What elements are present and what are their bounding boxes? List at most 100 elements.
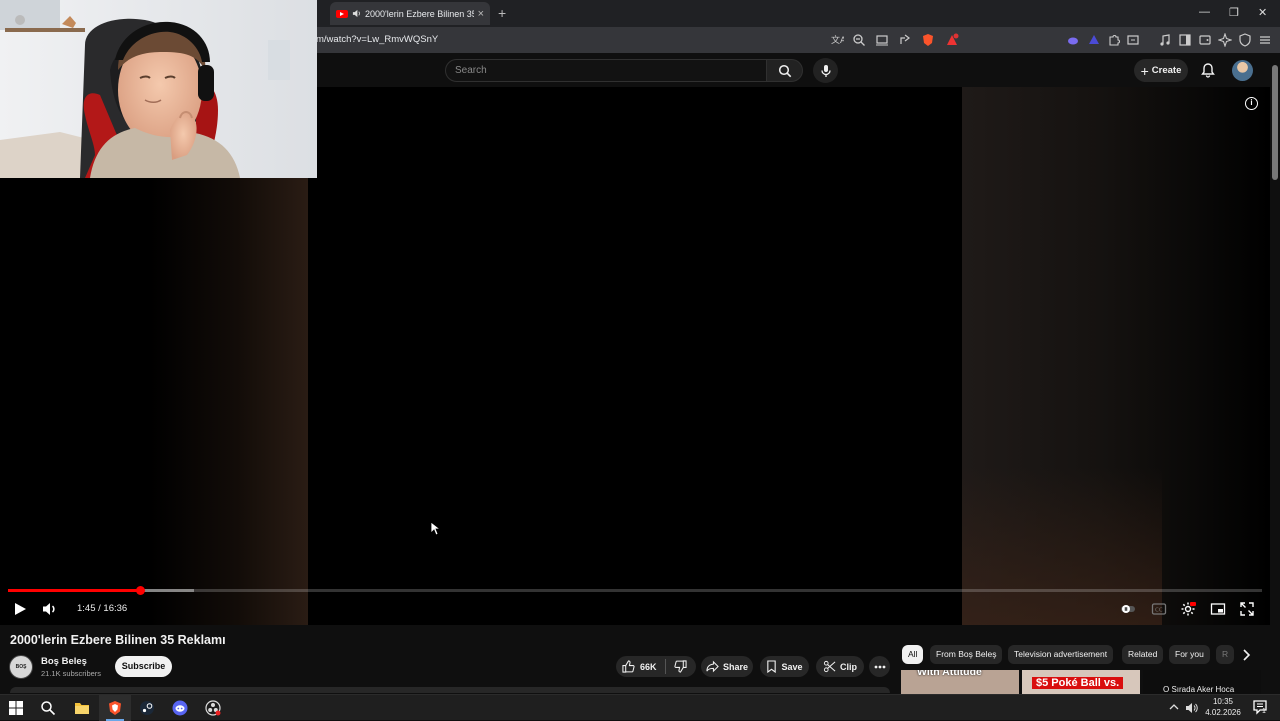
save-button[interactable]: Save [760, 656, 809, 677]
extensions-puzzle-icon[interactable] [1107, 33, 1121, 47]
extension-box-icon[interactable] [1126, 33, 1140, 47]
windows-start-icon[interactable] [8, 700, 24, 716]
chip-for-you[interactable]: For you [1169, 645, 1210, 664]
dislike-button[interactable] [666, 660, 687, 673]
sidebar-toggle-icon[interactable] [1178, 33, 1192, 47]
progress-bar[interactable] [8, 586, 1262, 595]
settings-gear-icon[interactable] [1180, 601, 1196, 617]
mouse-cursor-icon [430, 521, 440, 536]
autoplay-toggle-icon[interactable] [1120, 601, 1136, 617]
video-title: 2000'lerin Ezbere Bilinen 35 Reklamı [10, 633, 226, 647]
obs-recording-icon[interactable] [205, 700, 221, 716]
search-input[interactable]: Search [445, 59, 767, 82]
search-button[interactable] [766, 59, 803, 82]
discord-icon[interactable] [172, 700, 188, 716]
tray-volume-icon[interactable] [1185, 701, 1199, 715]
browser-tab-active[interactable]: 2000'lerin Ezbere Bilinen 35 R × [330, 2, 490, 25]
extension-cloud-icon[interactable] [1066, 33, 1080, 47]
chip-from-channel[interactable]: From Boş Beleş [930, 645, 1003, 664]
create-label: Create [1151, 65, 1182, 76]
like-button[interactable]: 66K [622, 659, 666, 674]
channel-name[interactable]: Boş Beleş [41, 656, 87, 667]
page-scrollbar[interactable] [1270, 53, 1280, 695]
more-horizontal-icon [874, 665, 885, 668]
audio-playing-icon[interactable] [352, 9, 361, 18]
more-actions-button[interactable] [869, 656, 890, 677]
clip-button[interactable]: Clip [816, 656, 864, 677]
svg-text:CC: CC [1155, 608, 1163, 614]
cast-icon[interactable] [875, 33, 889, 47]
chip-related[interactable]: Related [1122, 645, 1164, 664]
play-icon[interactable] [12, 601, 28, 617]
window-minimize-button[interactable]: — [1199, 6, 1210, 18]
thumbnail-2-text: $5 Poké Ball vs. [1032, 677, 1124, 689]
svg-text:文A: 文A [831, 34, 844, 46]
window-close-button[interactable]: ✕ [1258, 6, 1267, 19]
volume-icon[interactable] [42, 601, 58, 617]
search-icon [778, 64, 792, 78]
progress-played [8, 589, 141, 592]
notification-count: 1 [1262, 708, 1266, 715]
media-music-icon[interactable] [1158, 33, 1172, 47]
share-button[interactable]: Share [701, 656, 753, 677]
chip-all[interactable]: All [902, 645, 924, 664]
voice-search-button[interactable] [813, 58, 838, 83]
steam-icon[interactable] [139, 700, 155, 716]
channel-subscriber-count: 21.1K subscribers [41, 669, 102, 678]
chevron-right-icon[interactable] [1238, 647, 1254, 663]
progress-scrubber-handle[interactable] [135, 586, 145, 595]
zoom-icon[interactable] [852, 33, 866, 47]
subtitles-icon[interactable]: CC [1151, 601, 1167, 617]
fullscreen-icon[interactable] [1239, 601, 1255, 617]
thumbnail-3-text: O Sırada Aker Hoca [1163, 685, 1235, 694]
subscribe-button[interactable]: Subscribe [115, 656, 172, 677]
chip-truncated[interactable]: R [1216, 645, 1234, 664]
taskbar-clock[interactable]: 10:35 4.02.2026 [1200, 696, 1246, 718]
recommended-thumbnail-1[interactable]: With Attitude [901, 670, 1019, 694]
bookmark-icon [767, 660, 777, 673]
like-dislike-group: 66K [616, 656, 696, 677]
thumbs-up-icon [622, 660, 635, 673]
leo-ai-icon[interactable] [1218, 33, 1232, 47]
recommended-thumbnail-3[interactable]: O Sırada Aker Hoca [1143, 670, 1261, 694]
tray-chevron-up-icon[interactable] [1168, 701, 1180, 713]
plus-icon: + [1140, 62, 1149, 79]
brave-rewards-icon[interactable] [945, 33, 959, 47]
new-tab-button[interactable]: + [498, 5, 506, 21]
microphone-icon [820, 64, 831, 77]
thumbs-down-icon [673, 660, 687, 673]
info-icon[interactable]: i [1245, 97, 1258, 110]
brave-shield-icon[interactable] [921, 33, 935, 47]
description-box[interactable] [10, 687, 890, 693]
taskbar-brave-active[interactable] [99, 695, 131, 721]
file-explorer-icon[interactable] [74, 700, 90, 716]
vpn-shield-icon[interactable] [1238, 33, 1252, 47]
browser-menu-icon[interactable] [1258, 33, 1272, 47]
notifications-bell-icon[interactable] [1200, 62, 1216, 78]
account-avatar[interactable] [1232, 60, 1253, 81]
youtube-favicon-icon [336, 9, 348, 18]
time-display: 1:45 / 16:36 [77, 603, 128, 614]
clock-time: 10:35 [1212, 697, 1234, 706]
share-label: Share [722, 661, 748, 672]
scissors-icon [823, 660, 836, 673]
window-restore-button[interactable]: ❐ [1229, 6, 1239, 19]
recommended-thumbnail-2[interactable]: $5 Poké Ball vs. [1022, 670, 1140, 694]
like-count: 66K [640, 661, 657, 672]
webcam-overlay [0, 0, 317, 178]
share-page-icon[interactable] [898, 33, 912, 47]
channel-avatar[interactable]: BOŞ BELEŞ [9, 655, 33, 679]
url-text[interactable]: m/watch?v=Lw_RmvWQSnY [316, 34, 438, 45]
chip-television-advertisement[interactable]: Television advertisement [1008, 645, 1114, 664]
extension-triangle-icon[interactable] [1087, 33, 1101, 47]
tab-close-icon[interactable]: × [478, 8, 484, 20]
create-button[interactable]: + Create [1134, 59, 1188, 82]
save-label: Save [781, 661, 803, 672]
miniplayer-icon[interactable] [1210, 601, 1226, 617]
wallet-icon[interactable] [1198, 33, 1212, 47]
scrollbar-thumb[interactable] [1272, 65, 1278, 180]
taskbar-search-icon[interactable] [40, 700, 56, 716]
translate-icon[interactable]: 文A [830, 33, 844, 47]
tab-title: 2000'lerin Ezbere Bilinen 35 R [365, 8, 474, 19]
windows-taskbar: 10:35 4.02.2026 1 [0, 694, 1280, 721]
